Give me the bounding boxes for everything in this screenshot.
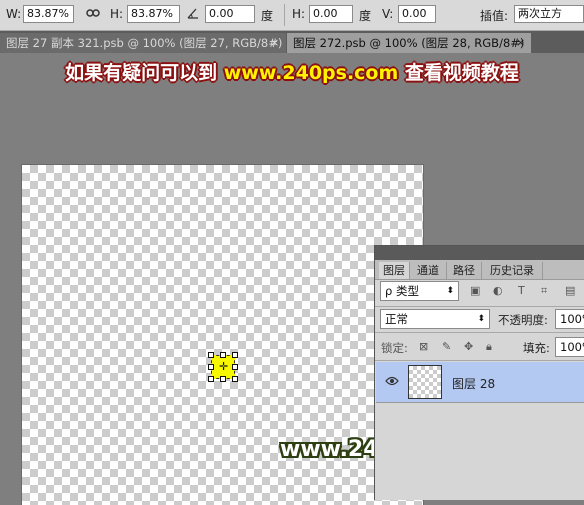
lock-transparent-icon[interactable]: ⊠ (419, 340, 428, 353)
hskew-unit: 度 (359, 9, 372, 23)
transform-handle[interactable] (208, 364, 214, 370)
transform-handle[interactable] (232, 376, 238, 382)
banner-url: www.240ps.com (223, 62, 399, 84)
interpolation-select[interactable]: 两次立方 (514, 5, 584, 23)
panel-tab-bar: 图层 通道 路径 历史记录 (375, 260, 584, 280)
fill-label: 填充: (523, 341, 550, 355)
adjustment-filter-icon[interactable]: ◐ (493, 284, 503, 297)
lock-position-icon[interactable]: ✥ (464, 340, 473, 353)
filter-label: ρ 类型 (385, 284, 419, 298)
width-input[interactable]: 83.87% (23, 5, 74, 23)
layer-thumbnail (408, 365, 442, 399)
opacity-label: 不透明度: (498, 313, 548, 327)
hskew-input[interactable]: 0.00 (309, 5, 353, 23)
close-icon[interactable]: × (270, 33, 279, 53)
tab-label: 图层 27 副本 321.psb @ 100% (图层 27, RGB/8#) (6, 36, 283, 50)
layers-panel: 图层 通道 路径 历史记录 ρ 类型 ⬍ ▣ ◐ T ⌗ ▤ 正常 ⬍ 不透明度… (374, 245, 584, 500)
angle-input[interactable]: 0.00 (205, 5, 255, 23)
interpolation-label: 插值: (480, 9, 509, 23)
document-tab-bar: 图层 27 副本 321.psb @ 100% (图层 27, RGB/8#) … (0, 31, 584, 53)
banner-text: 如果有疑问可以到 (65, 62, 218, 84)
shape-filter-icon[interactable]: ⌗ (541, 284, 547, 298)
layer-name[interactable]: 图层 28 (452, 375, 495, 392)
lock-pixels-icon[interactable]: ✎ (442, 340, 451, 353)
smart-object-filter-icon[interactable]: ▤ (565, 284, 575, 297)
tab-paths[interactable]: 路径 (447, 262, 482, 279)
width-label: W: (6, 7, 22, 21)
divider (375, 360, 584, 361)
height-input[interactable]: 83.87% (127, 5, 180, 23)
angle-unit: 度 (261, 9, 274, 23)
chevron-icon: ⬍ (477, 314, 485, 324)
layer-row[interactable]: 图层 28 (376, 362, 584, 403)
lock-all-icon[interactable]: 🔒︎ (486, 340, 492, 354)
crosshair-icon: ✛ (219, 360, 229, 373)
divider (375, 306, 584, 307)
tab-layers[interactable]: 图层 (379, 262, 410, 279)
transform-handle[interactable] (232, 364, 238, 370)
link-icon[interactable] (86, 7, 100, 22)
blend-mode-select[interactable]: 正常 ⬍ (380, 309, 490, 329)
image-filter-icon[interactable]: ▣ (470, 284, 480, 297)
blend-mode-value: 正常 (385, 312, 408, 326)
tab-document-2[interactable]: 图层 272.psb @ 100% (图层 28, RGB/8#) × (287, 33, 531, 53)
layer-filter-select[interactable]: ρ 类型 ⬍ (380, 281, 459, 301)
options-bar: W: 83.87% H: 83.87% 0.00 度 H: 0.00 度 V: … (0, 0, 584, 31)
transform-handle[interactable] (220, 352, 226, 358)
opacity-input[interactable]: 100% (555, 309, 584, 329)
angle-icon (186, 6, 200, 23)
tab-document-1[interactable]: 图层 27 副本 321.psb @ 100% (图层 27, RGB/8#) … (0, 33, 286, 53)
panel-header (375, 246, 584, 260)
type-filter-icon[interactable]: T (518, 284, 525, 297)
vskew-label: V: (382, 7, 394, 21)
tab-history[interactable]: 历史记录 (482, 262, 543, 279)
transform-handle[interactable] (208, 376, 214, 382)
divider (375, 332, 584, 333)
transform-handle[interactable] (232, 352, 238, 358)
transform-handle[interactable] (220, 376, 226, 382)
lock-label: 锁定: (381, 341, 408, 355)
divider (284, 4, 285, 26)
tab-label: 图层 272.psb @ 100% (图层 28, RGB/8#) (293, 36, 525, 50)
eye-icon[interactable] (385, 375, 399, 389)
hskew-label: H: (292, 7, 306, 21)
banner-text: 查看视频教程 (404, 62, 519, 84)
tutorial-banner: 如果有疑问可以到 www.240ps.com 查看视频教程 (0, 58, 584, 85)
close-icon[interactable]: × (516, 33, 525, 53)
height-label: H: (110, 7, 124, 21)
transform-handle[interactable] (208, 352, 214, 358)
chevron-icon: ⬍ (446, 286, 454, 296)
fill-input[interactable]: 100% (555, 337, 584, 357)
vskew-input[interactable]: 0.00 (398, 5, 436, 23)
tab-channels[interactable]: 通道 (410, 262, 447, 279)
